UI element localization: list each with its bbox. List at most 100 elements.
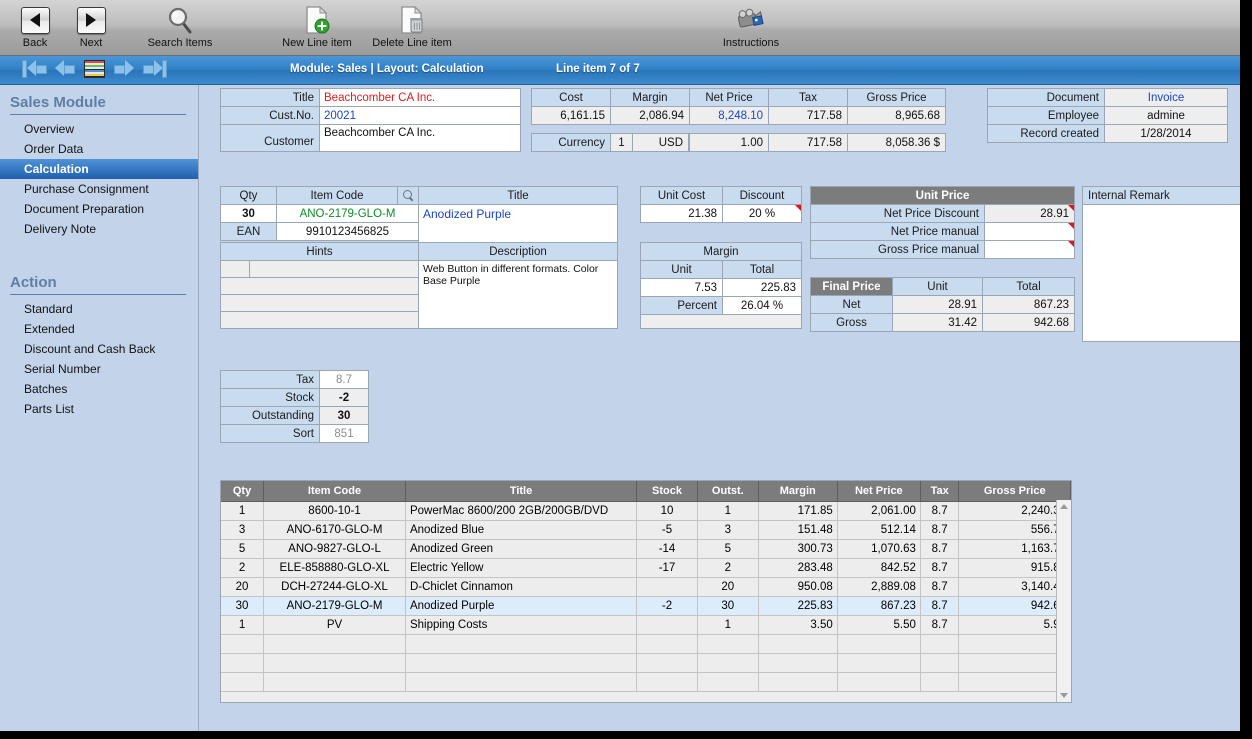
gross-price-manual-value[interactable]	[984, 240, 1075, 259]
toolbar-button-next[interactable]: Next	[46, 4, 136, 49]
record-counter-label: Line item 7 of 7	[556, 63, 640, 75]
description-value[interactable]: Web Button in different formats. Color B…	[418, 260, 618, 329]
currency-code[interactable]: USD	[632, 133, 689, 152]
discount-value[interactable]: 20 %	[722, 204, 802, 223]
row-stock	[636, 615, 698, 635]
table-row[interactable]: 1 8600-10-1 PowerMac 8600/200 2GB/200GB/DV…	[221, 501, 1071, 521]
sidebar-item-order-data[interactable]: Order Data	[0, 139, 198, 159]
column-header-net-price[interactable]: Net Price	[837, 481, 921, 502]
column-header-title[interactable]: Title	[405, 481, 638, 502]
table-row[interactable]: 30 ANO-2179-GLO-M Anodized Purple -2 30 225.8…	[221, 596, 1071, 616]
lineitem-qty-value[interactable]: 30	[220, 204, 277, 223]
sidebar-item-delivery-note[interactable]: Delivery Note	[0, 219, 198, 239]
customer-value[interactable]: Beachcomber CA Inc.	[319, 124, 521, 152]
final-price-total-header: Total	[982, 277, 1075, 296]
totals-header-cost: Cost	[531, 88, 611, 107]
table-row[interactable]	[221, 634, 1071, 654]
sidebar-item-standard[interactable]: Standard	[0, 299, 198, 319]
row-qty: 2	[221, 558, 265, 578]
toolbar-button-delete-line-item[interactable]: Delete Line item	[367, 4, 457, 49]
sidebar-item-discount-and-cash-back[interactable]: Discount and Cash Back	[0, 339, 198, 359]
first-record-icon[interactable]	[22, 58, 47, 79]
sidebar-item-extended[interactable]: Extended	[0, 319, 198, 339]
scroll-down-button[interactable]	[1057, 689, 1070, 702]
row-qty	[221, 653, 265, 673]
internal-remark-value[interactable]	[1082, 204, 1240, 342]
document-value[interactable]: Invoice	[1104, 88, 1228, 107]
hints-row-1-col-1[interactable]	[220, 260, 250, 278]
sidebar-item-serial-number[interactable]: Serial Number	[0, 359, 198, 379]
row-tax: 8.7	[920, 558, 960, 578]
sidebar-item-calculation[interactable]: Calculation	[0, 159, 198, 179]
net-price-manual-value[interactable]	[984, 222, 1075, 241]
toolbar-button-new-line-item[interactable]: New Line item	[272, 4, 362, 49]
title-value[interactable]: Beachcomber CA Inc.	[319, 88, 521, 107]
cust-no-label: Cust.No.	[220, 106, 320, 125]
table-row[interactable]: 1 PV Shipping Costs 1 3.50 5.50 8.7 5.98	[221, 615, 1071, 635]
unit-cost-value[interactable]: 21.38	[640, 204, 723, 223]
row-margin: 3.50	[758, 615, 838, 635]
sidebar-item-parts-list[interactable]: Parts List	[0, 399, 198, 419]
row-outst	[697, 653, 759, 673]
row-net-price	[837, 672, 921, 692]
currency-rate[interactable]: 1.00	[689, 133, 769, 152]
lineitem-itemcode-value[interactable]: ANO-2179-GLO-M	[276, 204, 419, 223]
sidebar-item-overview[interactable]: Overview	[0, 119, 198, 139]
row-outst: 30	[697, 596, 759, 616]
hints-row-4[interactable]	[220, 311, 419, 329]
ean-value[interactable]: 9910123456825	[276, 222, 419, 241]
last-record-icon[interactable]	[143, 58, 167, 79]
table-vertical-scrollbar[interactable]	[1056, 500, 1071, 702]
sidebar-section-sales-module-title: Sales Module	[10, 94, 106, 111]
totals-header-gross-price: Gross Price	[847, 88, 946, 107]
column-header-outst[interactable]: Outst.	[697, 481, 759, 502]
lineitem-search-button[interactable]	[397, 186, 419, 205]
toolbar-button-instructions[interactable]: Instructions	[706, 4, 796, 49]
row-net-price: 1,070.63	[837, 539, 921, 559]
toolbar-button-delete-line-item-label: Delete Line item	[372, 37, 452, 49]
table-row[interactable]: 20 DCH-27244-GLO-XL D-Chiclet Cinnamon 20 95…	[221, 577, 1071, 597]
table-row[interactable]: 5 ANO-9827-GLO-L Anodized Green -14 5 300.73 1…	[221, 539, 1071, 559]
column-header-tax[interactable]: Tax	[920, 481, 960, 502]
row-stock: -2	[636, 596, 698, 616]
currency-id[interactable]: 1	[610, 133, 633, 152]
employee-label: Employee	[987, 106, 1105, 125]
column-header-margin[interactable]: Margin	[758, 481, 838, 502]
next-record-icon[interactable]	[114, 58, 134, 79]
module-layout-label: Module: Sales | Layout: Calculation	[290, 63, 484, 75]
row-gross-price: 915.82	[958, 558, 1071, 578]
sidebar-item-batches[interactable]: Batches	[0, 379, 198, 399]
toolbar-button-search-items[interactable]: Search Items	[135, 4, 225, 49]
column-header-qty[interactable]: Qty	[221, 481, 265, 502]
hints-row-2[interactable]	[220, 277, 419, 295]
column-header-stock[interactable]: Stock	[636, 481, 698, 502]
record-created-label: Record created	[987, 124, 1105, 143]
column-header-item-code[interactable]: Item Code	[263, 481, 406, 502]
hints-row-1-col-2[interactable]	[249, 260, 419, 278]
list-view-icon[interactable]	[84, 59, 105, 78]
row-margin: 300.73	[758, 539, 838, 559]
previous-record-icon[interactable]	[55, 58, 75, 79]
row-tax	[920, 634, 960, 654]
table-row[interactable]: 3 ANO-6170-GLO-M Anodized Blue -5 3 151.48 512…	[221, 520, 1071, 540]
margin-percent-label: Percent	[640, 296, 723, 315]
hints-row-3[interactable]	[220, 294, 419, 312]
toolbar: Back Next Search Items New Line item Del…	[0, 0, 1240, 56]
scroll-up-button[interactable]	[1057, 500, 1070, 513]
sidebar-item-purchase-consignment[interactable]: Purchase Consignment	[0, 179, 198, 199]
sidebar-item-document-preparation[interactable]: Document Preparation	[0, 199, 198, 219]
table-row[interactable]	[221, 653, 1071, 673]
table-row[interactable]: 2 ELE-858880-GLO-XL Electric Yellow -17 2 283…	[221, 558, 1071, 578]
row-title: Electric Yellow	[405, 558, 638, 578]
final-price-net-label: Net	[810, 295, 893, 314]
row-qty: 20	[221, 577, 265, 597]
column-header-gross-price[interactable]: Gross Price	[958, 481, 1071, 502]
table-row[interactable]	[221, 672, 1071, 692]
cust-no-value[interactable]: 20021	[319, 106, 521, 125]
chevron-up-icon	[1059, 504, 1068, 509]
net-price-manual-label: Net Price manual	[810, 222, 985, 241]
hints-header: Hints	[220, 242, 419, 261]
row-gross-price: 3,140.43	[958, 577, 1071, 597]
chevron-down-icon	[1059, 693, 1068, 698]
row-gross-price: 556.70	[958, 520, 1071, 540]
